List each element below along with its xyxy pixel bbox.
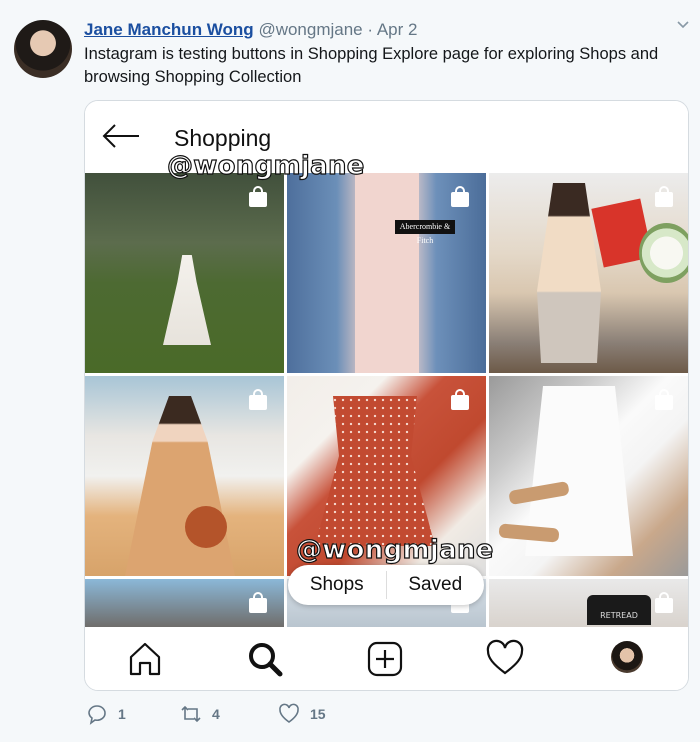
tweet-actions: 1 4 15	[86, 703, 486, 729]
search-icon[interactable]	[245, 639, 285, 679]
shopping-bag-icon	[249, 592, 267, 613]
reply-icon	[88, 705, 106, 725]
chevron-down-icon[interactable]	[676, 18, 690, 32]
retread-box: RETREAD	[587, 595, 651, 625]
back-arrow-icon[interactable]	[101, 123, 141, 149]
author-name[interactable]: Jane Manchun Wong	[84, 20, 254, 39]
watermark: @wongmjane	[295, 534, 494, 565]
home-icon[interactable]	[125, 639, 165, 679]
tweet-date[interactable]: Apr 2	[377, 20, 418, 39]
saved-button[interactable]: Saved	[387, 574, 485, 596]
tweet-header: Jane Manchun Wong @wongmjane · Apr 2	[84, 20, 417, 40]
shopping-bag-icon	[451, 186, 469, 207]
like-action[interactable]: 15	[278, 703, 326, 725]
page-title: Shopping	[174, 125, 272, 151]
watermark: @wongmjane	[166, 150, 365, 181]
shops-button[interactable]: Shops	[288, 574, 386, 596]
retweet-count: 4	[212, 706, 220, 722]
like-count: 15	[310, 706, 326, 722]
shopping-bag-icon	[249, 389, 267, 410]
add-post-icon[interactable]	[365, 639, 405, 679]
tweet-text: Instagram is testing buttons in Shopping…	[84, 45, 659, 86]
shopping-bag-icon	[249, 186, 267, 207]
tweet: Jane Manchun Wong @wongmjane · Apr 2 Ins…	[0, 0, 700, 742]
retweet-action[interactable]: 4	[180, 703, 220, 725]
dot-pattern	[315, 396, 435, 546]
white-top-photo[interactable]	[489, 376, 688, 576]
author-avatar[interactable]	[14, 20, 72, 78]
heart-icon	[279, 703, 299, 723]
retweet-icon	[181, 705, 201, 723]
dress-photo[interactable]	[85, 173, 284, 373]
instagram-bottom-nav	[85, 627, 688, 690]
shopping-bag-icon	[655, 592, 673, 613]
flowers-photo[interactable]	[489, 173, 688, 373]
profile-avatar[interactable]	[611, 641, 643, 673]
pink-hoodie	[355, 173, 419, 373]
separator: ·	[367, 20, 374, 39]
shopping-bag-icon	[451, 389, 469, 410]
reply-action[interactable]: 1	[86, 703, 126, 725]
flower-bouquet	[639, 223, 688, 283]
bag-photo[interactable]	[85, 579, 284, 629]
brand-label: Abercrombie & Fitch	[395, 220, 455, 245]
reply-count: 1	[118, 706, 126, 722]
attached-screenshot[interactable]: Shopping @wongmjane Abercrombie & Fitch	[84, 100, 689, 691]
shopping-bag-icon	[655, 186, 673, 207]
person	[125, 396, 235, 576]
author-handle[interactable]: @wongmjane	[258, 20, 362, 39]
retread-photo[interactable]: RETREAD	[489, 579, 688, 629]
shopping-bag-icon	[655, 389, 673, 410]
hoodie-photo[interactable]: Abercrombie & Fitch	[287, 173, 486, 373]
white-dress	[163, 255, 211, 345]
shops-saved-toggle: Shops Saved	[288, 565, 484, 605]
crossbody-bag	[185, 506, 227, 548]
heart-icon[interactable]	[485, 639, 525, 679]
camel-suit-photo[interactable]	[85, 376, 284, 576]
